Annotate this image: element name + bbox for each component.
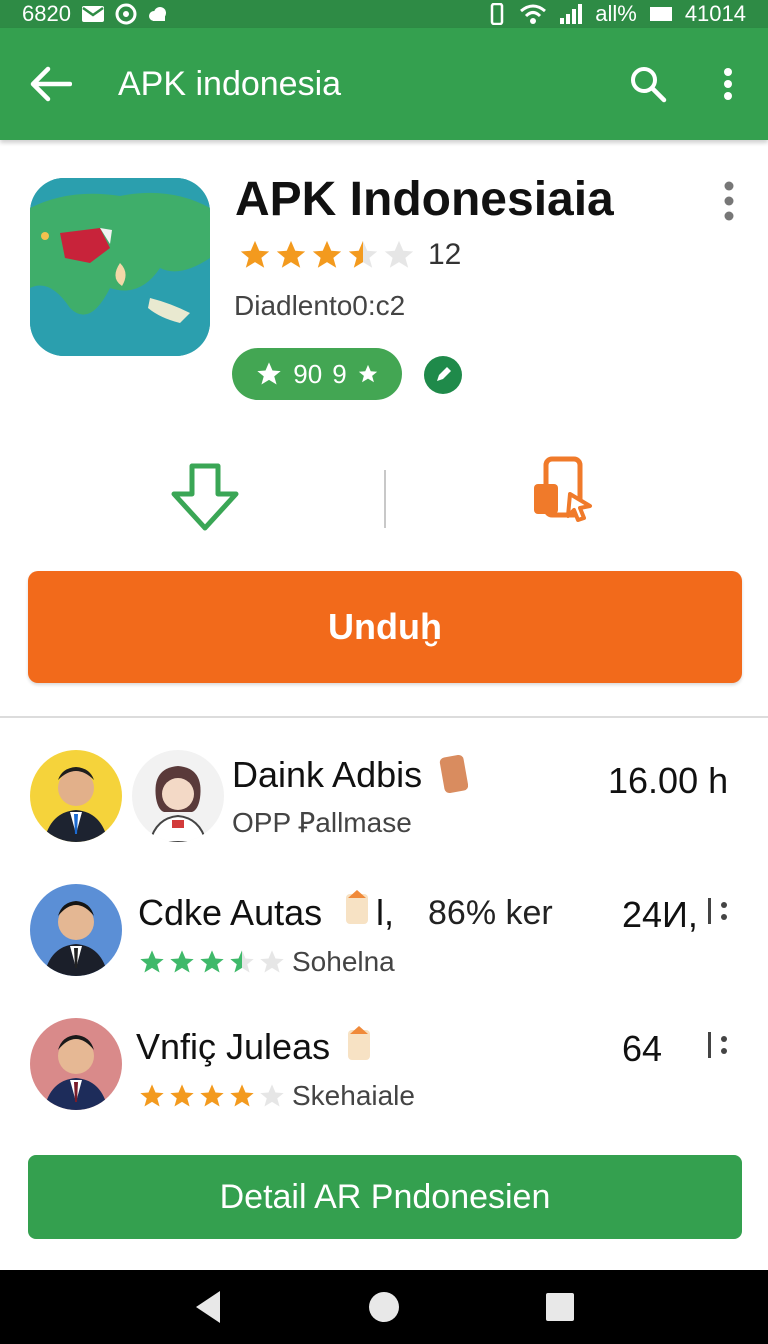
- more-vert-icon: [708, 1032, 727, 1058]
- rating-stars: [238, 238, 416, 272]
- square-recents-icon: [546, 1293, 574, 1321]
- rating-badge: 90 9: [232, 348, 402, 400]
- item-name: Cdke Autas: [138, 892, 323, 933]
- sync-icon: [115, 3, 137, 25]
- circle-home-icon: [369, 1292, 399, 1322]
- system-nav-bar: [0, 1270, 768, 1344]
- status-time: 6820: [22, 1, 71, 26]
- item-more-button[interactable]: [706, 896, 732, 934]
- more-vert-icon: [724, 68, 732, 100]
- battery-icon: [649, 5, 673, 23]
- more-vert-icon: [708, 898, 727, 924]
- back-button[interactable]: [0, 28, 100, 140]
- star-icon: [260, 1084, 284, 1107]
- rating-count: 12: [428, 238, 462, 271]
- install-button[interactable]: Unduḫ: [28, 571, 742, 683]
- star-icon: [358, 364, 377, 383]
- item-stars: [138, 948, 286, 976]
- star-icon: [170, 1084, 194, 1107]
- star-icon: [260, 950, 284, 973]
- app-bar: APK indonesia: [0, 28, 768, 140]
- star-icon: [140, 1084, 164, 1107]
- pencil-icon: [437, 367, 451, 381]
- star-icon: [230, 950, 254, 973]
- item-subtitle: OPP Ꝑallmase: [232, 807, 412, 838]
- section-divider: [0, 716, 768, 718]
- item-stars: [138, 1082, 286, 1110]
- status-bar: 6820 all% 41014: [0, 0, 768, 28]
- item-more-button[interactable]: [706, 1030, 732, 1068]
- star-icon: [240, 240, 270, 268]
- item-value: 64: [622, 1028, 663, 1069]
- item-percent: 86% ker: [428, 894, 553, 932]
- tag-icon: [342, 888, 372, 928]
- item-name: Daink Adbis: [232, 754, 423, 795]
- more-vert-icon: [724, 181, 734, 221]
- item-name: Vnfiç Juleas: [136, 1026, 331, 1067]
- star-icon: [276, 240, 306, 268]
- arrow-back-icon: [30, 66, 72, 102]
- detail-button[interactable]: Detail AR Pndonesien: [28, 1155, 742, 1239]
- star-icon: [140, 950, 164, 973]
- star-icon: [200, 1084, 224, 1107]
- star-icon: [230, 1084, 254, 1107]
- vibrate-icon: [487, 3, 507, 25]
- app-bar-title: APK indonesia: [118, 64, 342, 103]
- avatar: [30, 1018, 122, 1110]
- badge-extra: 9: [332, 358, 347, 389]
- tag-icon: [344, 1024, 374, 1064]
- star-icon: [384, 240, 414, 268]
- signal-icon: [559, 3, 583, 25]
- search-icon: [631, 67, 667, 103]
- wifi-icon: [519, 3, 547, 25]
- app-name: APK Indonesiaia: [235, 173, 614, 226]
- cloud-icon: [147, 5, 169, 23]
- star-icon: [312, 240, 342, 268]
- item-value: 24И,: [622, 894, 698, 935]
- badge-value: 90: [293, 358, 323, 389]
- item-value: 16.00 h: [608, 760, 729, 801]
- avatar: [30, 884, 122, 976]
- tag-icon: [438, 752, 469, 794]
- download-icon[interactable]: [168, 462, 242, 532]
- developer-name: Diadlento0:c2: [234, 290, 406, 321]
- avatar: [30, 750, 122, 842]
- star-icon: [348, 240, 378, 268]
- list-item[interactable]: Cdke Autas l, 86% ker Sohelna 24И,: [0, 874, 768, 994]
- app-overflow-button[interactable]: [712, 176, 746, 226]
- triangle-back-icon: [196, 1291, 220, 1323]
- battery-percent: all%: [595, 1, 637, 26]
- edit-button[interactable]: [424, 356, 462, 394]
- star-icon: [170, 950, 194, 973]
- item-subtitle: Sohelna: [292, 946, 395, 977]
- avatar: [132, 750, 224, 842]
- mail-icon: [81, 5, 105, 23]
- overflow-menu-button[interactable]: [688, 28, 768, 140]
- list-item[interactable]: Daink Adbis OPP Ꝑallmase 16.00 h: [0, 740, 768, 860]
- divider: [384, 470, 386, 528]
- world-map-icon: [30, 178, 210, 356]
- item-suffix: l,: [376, 892, 394, 933]
- device-install-icon[interactable]: [532, 456, 596, 526]
- nav-recents-button[interactable]: [530, 1277, 590, 1337]
- list-item[interactable]: Vnfiç Juleas Skehaiale 64: [0, 1008, 768, 1128]
- nav-home-button[interactable]: [354, 1277, 414, 1337]
- star-icon: [200, 950, 224, 973]
- app-icon: [30, 178, 210, 356]
- star-icon: [257, 362, 281, 385]
- search-button[interactable]: [608, 28, 688, 140]
- nav-back-button[interactable]: [178, 1277, 238, 1337]
- status-clock: 41014: [684, 1, 746, 26]
- item-subtitle: Skehaiale: [292, 1080, 415, 1111]
- app-rating: 12: [238, 238, 461, 272]
